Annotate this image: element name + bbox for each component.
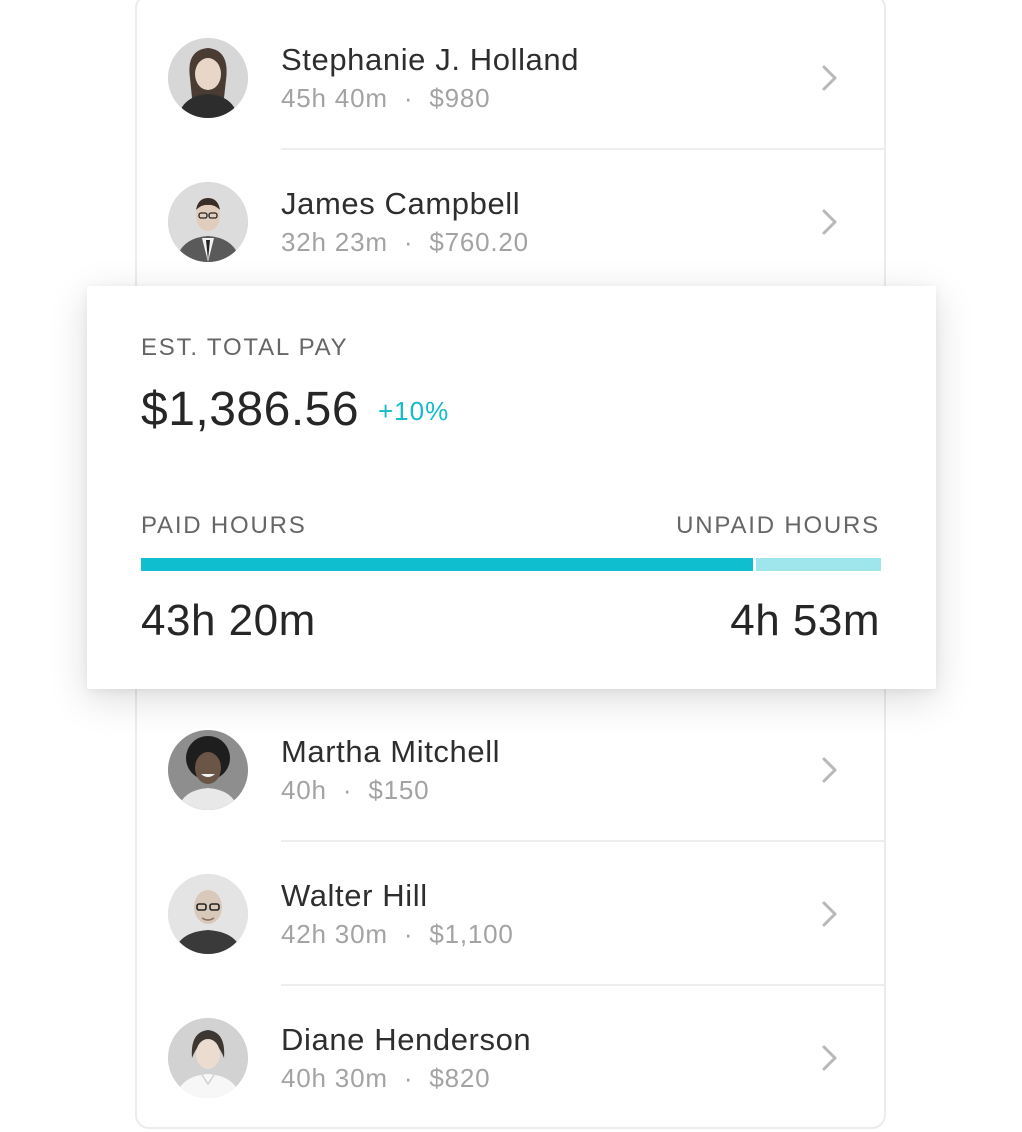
employee-meta: 40h 30m · $820 <box>281 1063 491 1093</box>
employee-pay: $150 <box>368 775 430 805</box>
employee-name: James Campbell <box>281 186 521 221</box>
employee-hours: 45h 40m <box>281 83 388 113</box>
chevron-right-icon <box>820 64 840 92</box>
paid-hours-label: PAID HOURS <box>141 512 307 539</box>
pay-summary-card: EST. TOTAL PAY $1,386.56 +10% PAID HOURS… <box>87 286 936 689</box>
employee-meta: 45h 40m · $980 <box>281 83 491 113</box>
employee-pay: $1,100 <box>429 919 514 949</box>
bald-man-glasses-portrait-icon <box>168 874 248 954</box>
unpaid-hours-bar <box>756 558 881 571</box>
avatar <box>168 874 248 954</box>
woman-portrait-icon <box>168 38 248 118</box>
employee-pay: $980 <box>429 83 491 113</box>
employee-name: Martha Mitchell <box>281 734 501 769</box>
employee-meta: 40h · $150 <box>281 775 430 805</box>
avatar <box>168 1018 248 1098</box>
avatar <box>168 38 248 118</box>
avatar <box>168 730 248 810</box>
paid-hours-value: 43h 20m <box>141 596 316 645</box>
woman-curly-hair-portrait-icon <box>168 730 248 810</box>
employee-name: Diane Henderson <box>281 1022 532 1057</box>
employee-hours: 32h 23m <box>281 227 388 257</box>
employee-hours: 42h 30m <box>281 919 388 949</box>
total-pay-amount: $1,386.56 <box>141 383 360 436</box>
chevron-right-icon <box>820 208 840 236</box>
employee-pay: $820 <box>429 1063 491 1093</box>
chevron-right-icon <box>820 756 840 784</box>
employee-meta: 42h 30m · $1,100 <box>281 919 514 949</box>
employee-row-martha[interactable]: Martha Mitchell 40h · $150 <box>137 698 884 842</box>
avatar <box>168 182 248 262</box>
employee-row-stephanie[interactable]: Stephanie J. Holland 45h 40m · $980 <box>137 6 884 150</box>
woman-white-shirt-portrait-icon <box>168 1018 248 1098</box>
man-suit-portrait-icon <box>168 182 248 262</box>
employee-row-walter[interactable]: Walter Hill 42h 30m · $1,100 <box>137 842 884 986</box>
employee-hours: 40h <box>281 775 327 805</box>
employee-name: Walter Hill <box>281 878 428 913</box>
unpaid-hours-label: UNPAID HOURS <box>676 512 880 539</box>
paid-hours-bar <box>141 558 753 571</box>
pay-change-badge: +10% <box>378 396 450 426</box>
unpaid-hours-value: 4h 53m <box>730 596 880 645</box>
chevron-right-icon <box>820 1044 840 1072</box>
hours-progress-bar <box>141 558 881 571</box>
est-total-pay-label: EST. TOTAL PAY <box>141 334 349 361</box>
employee-pay: $760.20 <box>429 227 529 257</box>
employee-name: Stephanie J. Holland <box>281 42 580 77</box>
employee-row-diane[interactable]: Diane Henderson 40h 30m · $820 <box>137 986 884 1127</box>
employee-meta: 32h 23m · $760.20 <box>281 227 529 257</box>
chevron-right-icon <box>820 900 840 928</box>
employee-hours: 40h 30m <box>281 1063 388 1093</box>
employee-row-james[interactable]: James Campbell 32h 23m · $760.20 <box>137 150 884 294</box>
